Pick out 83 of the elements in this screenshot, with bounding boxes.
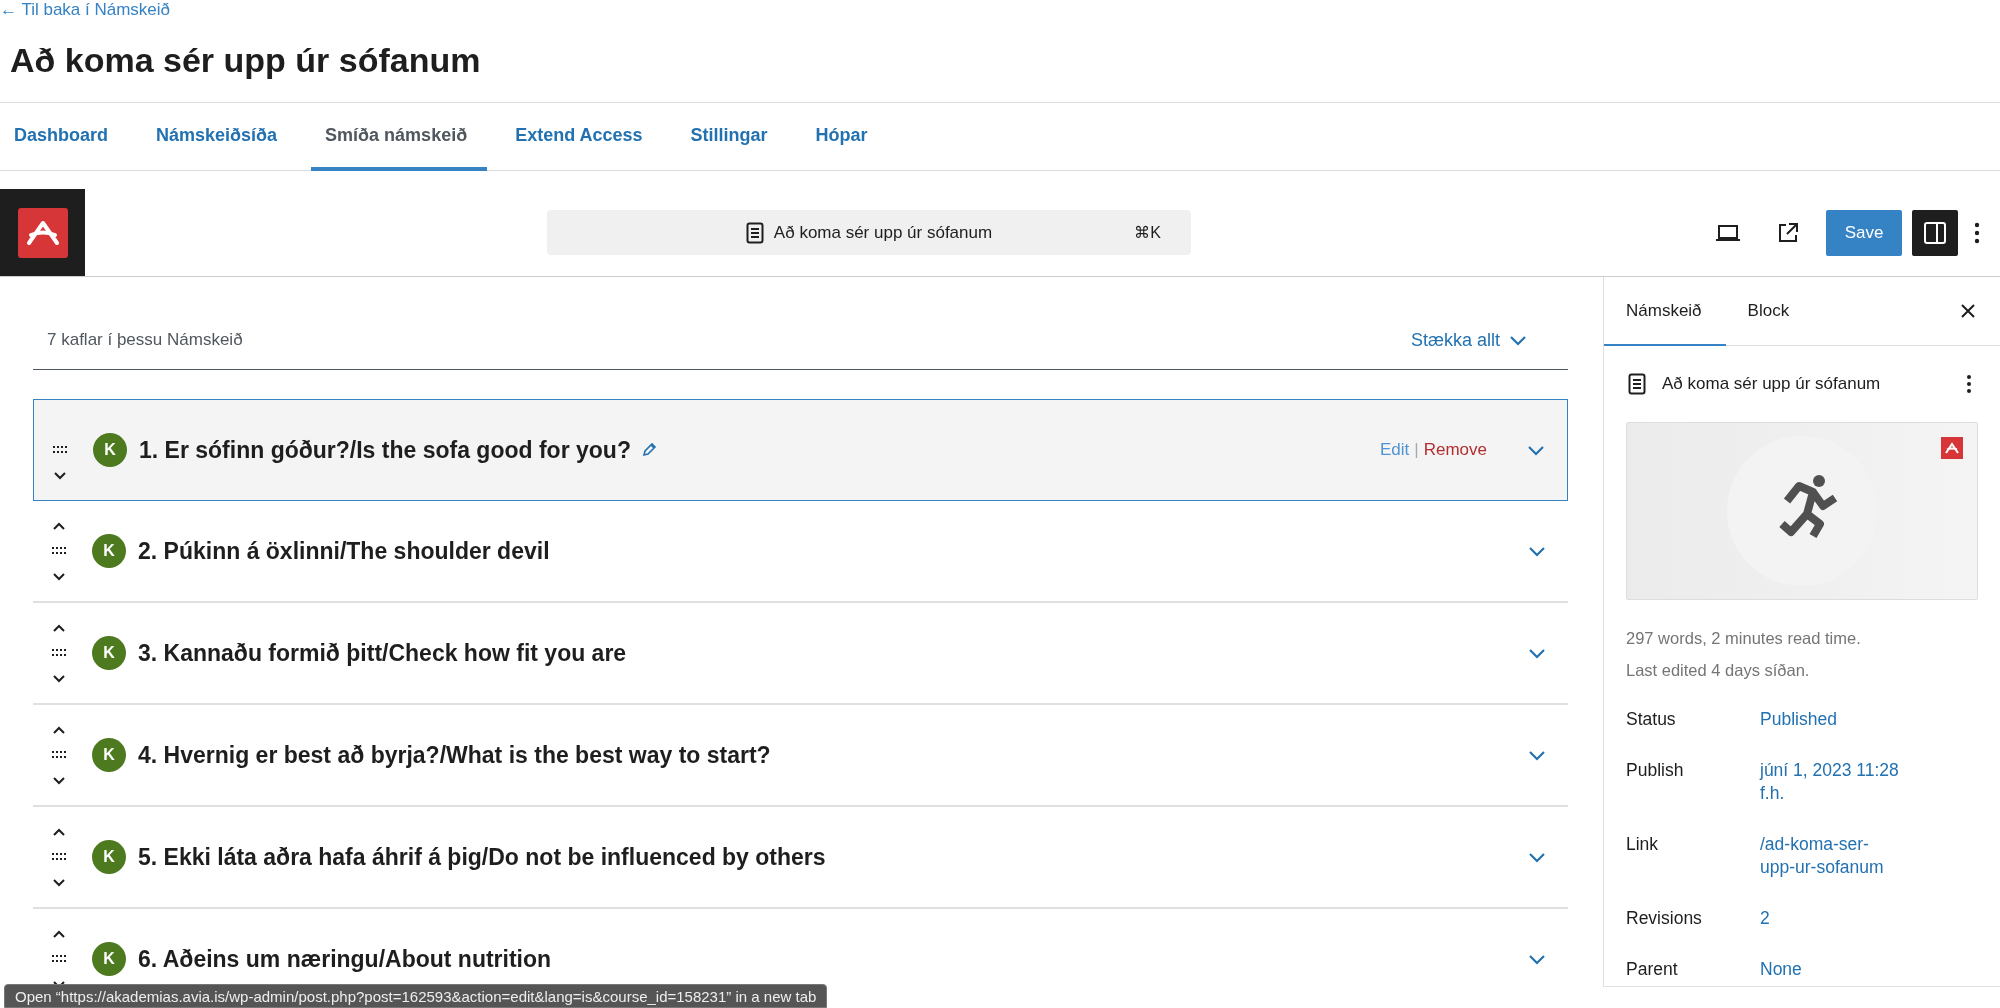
- logo-icon: [17, 207, 68, 258]
- back-link[interactable]: ← Til baka í Námskeið: [0, 0, 171, 20]
- external-link-icon[interactable]: [1777, 221, 1799, 244]
- field-label: Revisions: [1626, 907, 1703, 930]
- lesson-title[interactable]: 5. Ekki láta aðra hafa áhrif á þig/Do not be influenced by others: [138, 843, 826, 871]
- post-stats-text: 297 words, 2 minutes read time.: [1626, 628, 1862, 649]
- sidebar-tab[interactable]: Block: [1725, 277, 1814, 346]
- nav-tab[interactable]: Smíða námskeið: [311, 103, 488, 171]
- field-value-link[interactable]: 2: [1760, 907, 1900, 930]
- document-title: Að koma sér upp úr sófanum: [773, 222, 993, 243]
- nav-tab[interactable]: Dashboard: [0, 103, 129, 171]
- logo-tile[interactable]: [0, 189, 85, 276]
- post-stats-text: Last edited 4 days síðan.: [1626, 660, 1811, 681]
- command-bar[interactable]: Að koma sér upp úr sófanum ⌘K: [547, 210, 1191, 255]
- field-label: Parent: [1626, 958, 1679, 981]
- more-options-icon[interactable]: [1974, 221, 1980, 244]
- lesson-title[interactable]: 6. Aðeins um næringu/About nutrition: [138, 945, 552, 973]
- save-button[interactable]: Save: [1826, 209, 1902, 256]
- expand-chevron-icon[interactable]: [1528, 749, 1546, 761]
- close-icon[interactable]: [1960, 303, 1976, 319]
- lesson-row[interactable]: K 4. Hvernig er best að byrja?/What is the best way to start?: [33, 705, 1568, 807]
- drag-handle-icon[interactable]: [52, 751, 66, 759]
- remove-link[interactable]: Remove: [1423, 440, 1487, 460]
- chevron-up-icon[interactable]: [52, 622, 66, 632]
- author-avatar: K: [92, 840, 126, 874]
- chevron-up-icon[interactable]: [52, 520, 66, 530]
- expand-chevron-icon[interactable]: [1528, 545, 1546, 557]
- chevron-down-icon[interactable]: [53, 471, 67, 481]
- field-label: Status: [1626, 708, 1677, 731]
- lesson-title[interactable]: 4. Hvernig er best að byrja?/What is the best way to start?: [138, 741, 771, 769]
- chevron-up-icon[interactable]: [52, 724, 66, 734]
- author-avatar: K: [92, 636, 126, 670]
- more-options-icon[interactable]: [1966, 374, 1972, 394]
- drag-handle-icon[interactable]: [53, 446, 67, 454]
- drag-handle-icon[interactable]: [52, 649, 66, 657]
- expand-chevron-icon[interactable]: [1527, 444, 1545, 456]
- page-title: Að koma sér upp úr sófanum: [10, 40, 482, 81]
- sidebar-icon: [1923, 220, 1947, 245]
- drag-handle-icon[interactable]: [52, 547, 66, 555]
- chevron-down-icon[interactable]: [52, 572, 66, 582]
- lesson-row[interactable]: K 1. Er sófinn góður?/Is the sofa good for you? Edit | Remove: [33, 399, 1568, 501]
- field-label: Link: [1626, 833, 1660, 856]
- lesson-row[interactable]: K 3. Kannaðu formið þitt/Check how fit you are: [33, 603, 1568, 705]
- field-label: Publish: [1626, 759, 1685, 782]
- separator: |: [1414, 440, 1419, 460]
- author-avatar: K: [92, 534, 126, 568]
- laptop-icon[interactable]: [1715, 222, 1741, 243]
- chevron-down-icon[interactable]: [52, 878, 66, 888]
- chevron-down-icon[interactable]: [52, 674, 66, 684]
- post-title: Að koma sér upp úr sófanum: [1662, 374, 1882, 394]
- author-avatar: K: [92, 942, 126, 976]
- nav-tab[interactable]: Extend Access: [501, 103, 663, 171]
- author-avatar: K: [92, 738, 126, 772]
- drag-handle-icon[interactable]: [52, 853, 66, 861]
- chevron-down-icon[interactable]: [52, 776, 66, 786]
- logo-badge-icon: [1941, 437, 1963, 459]
- expand-chevron-icon[interactable]: [1528, 851, 1546, 863]
- document-icon: [1628, 373, 1646, 395]
- lesson-title[interactable]: 2. Púkinn á öxlinni/The shoulder devil: [138, 537, 550, 565]
- lesson-row[interactable]: K 5. Ekki láta aðra hafa áhrif á þig/Do not be influenced by others: [33, 807, 1568, 909]
- nav-tab[interactable]: Stillingar: [676, 103, 788, 171]
- field-value-link[interactable]: júní 1, 2023 11:28 f.h.: [1760, 759, 1900, 805]
- drag-handle-icon[interactable]: [52, 955, 66, 963]
- nav-tab[interactable]: Hópar: [801, 103, 888, 171]
- lesson-title[interactable]: 1. Er sófinn góður?/Is the sofa good for you?: [139, 436, 631, 464]
- field-value-link[interactable]: /ad-koma-ser-upp-ur-sofanum: [1760, 833, 1900, 879]
- keyboard-shortcut: ⌘K: [1134, 223, 1161, 242]
- sidebar-toggle-button[interactable]: [1912, 209, 1958, 256]
- expand-chevron-icon[interactable]: [1528, 953, 1546, 965]
- chevron-up-icon[interactable]: [52, 928, 66, 938]
- document-icon: [745, 221, 764, 244]
- lesson-title[interactable]: 3. Kannaðu formið þitt/Check how fit you are: [138, 639, 627, 667]
- expand-chevron-icon[interactable]: [1528, 647, 1546, 659]
- chevron-up-icon[interactable]: [52, 826, 66, 836]
- field-value-link[interactable]: None: [1760, 958, 1900, 981]
- lesson-count: 7 kaflar í þessu Námskeið: [47, 329, 243, 351]
- pencil-icon[interactable]: [640, 442, 657, 458]
- sidebar-tab[interactable]: Námskeið: [1604, 277, 1726, 346]
- expand-all-link[interactable]: Stækka allt: [1410, 329, 1528, 351]
- author-avatar: K: [93, 433, 127, 467]
- nav-tab[interactable]: Námskeiðsíða: [142, 103, 298, 171]
- lesson-row[interactable]: K 2. Púkinn á öxlinni/The shoulder devil: [33, 501, 1568, 603]
- field-value-link[interactable]: Published: [1760, 708, 1900, 731]
